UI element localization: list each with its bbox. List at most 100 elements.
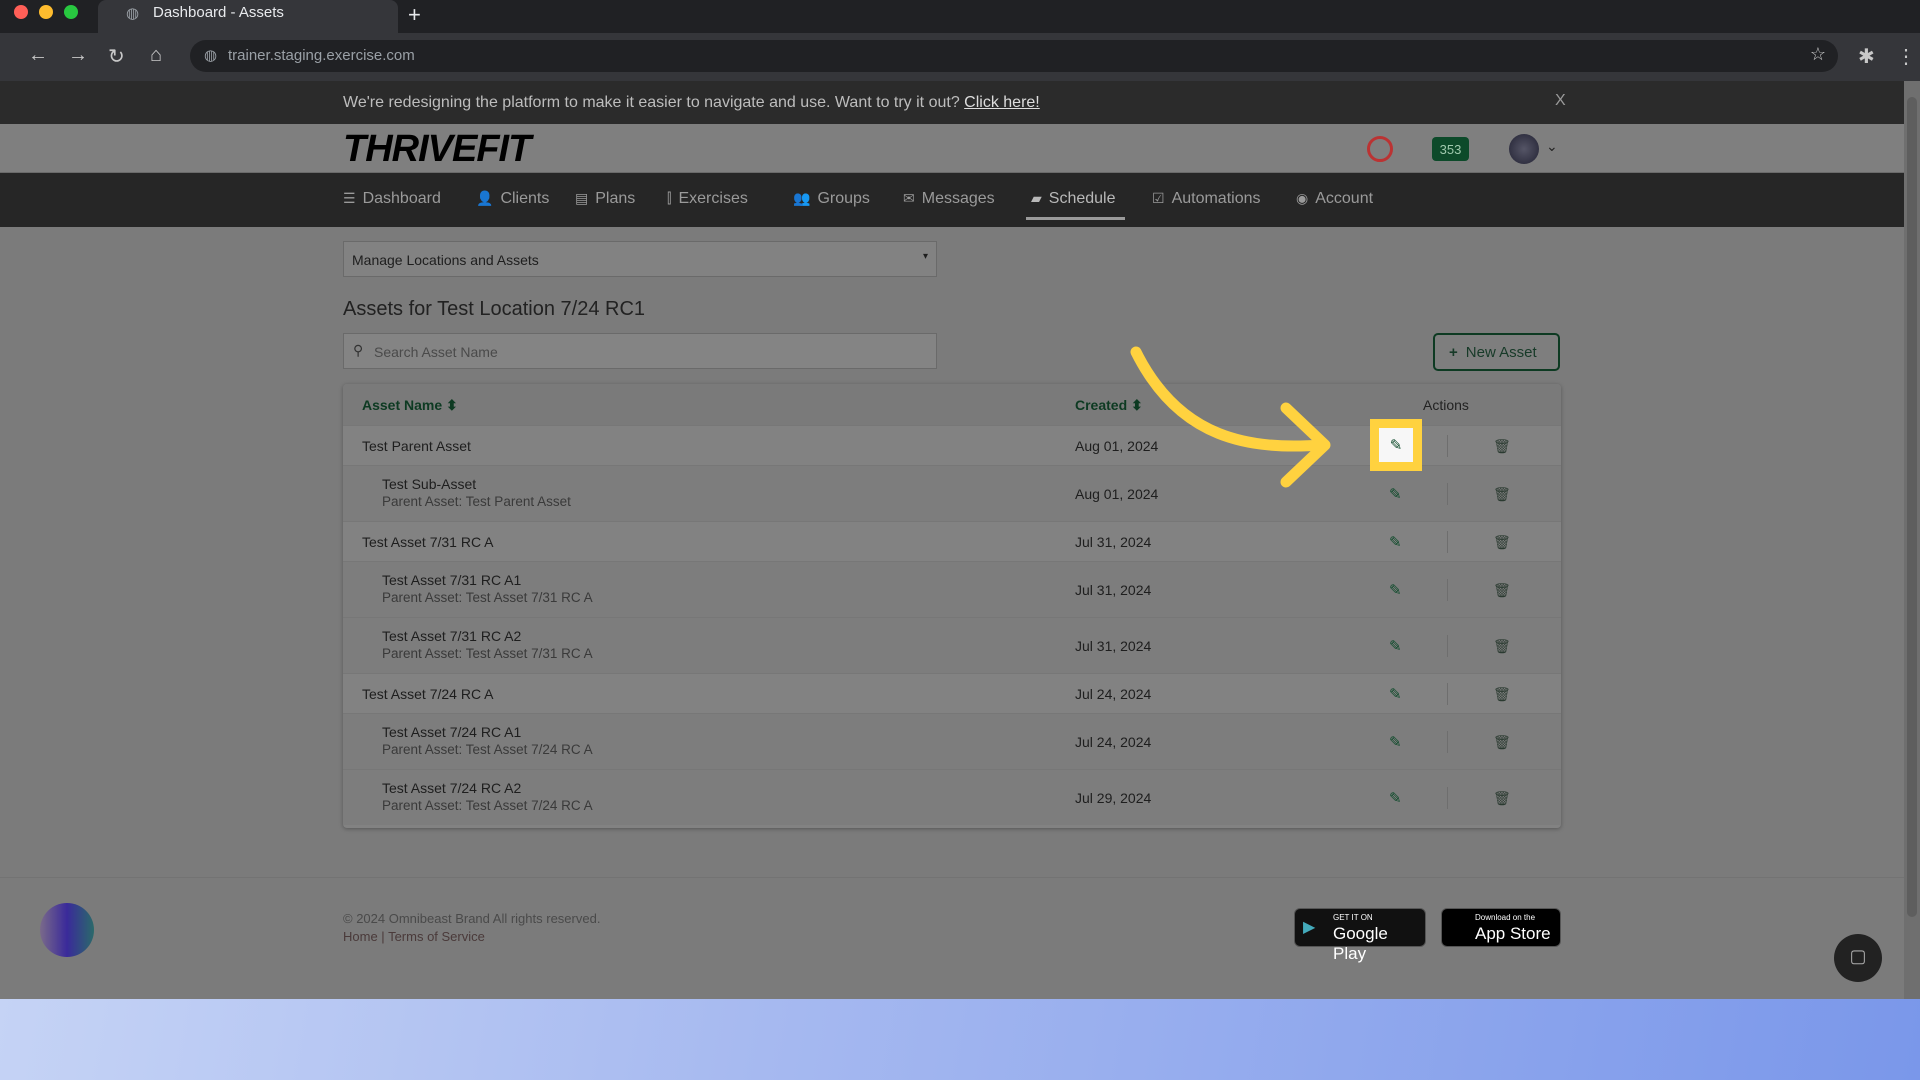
chat-button[interactable]: ▢	[1834, 934, 1882, 982]
delete-button[interactable]: 🗑	[1493, 534, 1511, 551]
pencil-icon: ✎	[1389, 638, 1402, 655]
edit-button[interactable]: ✎	[1379, 428, 1413, 462]
action-divider	[1447, 683, 1448, 705]
close-window-button[interactable]	[14, 5, 28, 19]
delete-button[interactable]: 🗑	[1493, 486, 1511, 503]
edit-button[interactable]: ✎	[1389, 789, 1402, 807]
table-row: Test Asset 7/24 RC A2 Parent Asset: Test …	[343, 769, 1561, 825]
new-tab-button[interactable]: +	[408, 2, 421, 28]
url-text: trainer.staging.exercise.com	[228, 47, 415, 64]
app-header: THRIVEFIT 353 ⌄	[0, 124, 1904, 173]
edit-button[interactable]: ✎	[1389, 581, 1402, 599]
asset-name: Test Asset 7/31 RC A	[362, 534, 494, 550]
clock-icon[interactable]	[1367, 136, 1393, 162]
url-input[interactable]: ◍ trainer.staging.exercise.com ☆	[190, 40, 1838, 72]
trash-icon: 🗑	[1493, 438, 1511, 454]
banner-link[interactable]: Click here!	[964, 94, 1040, 111]
new-asset-label: New Asset	[1465, 344, 1537, 361]
thrivefit-logo[interactable]: THRIVEFIT	[343, 128, 531, 171]
badge-small-text: GET IT ON	[1333, 913, 1373, 922]
nav-groups[interactable]: 👥 Groups	[793, 190, 870, 208]
delete-button[interactable]: 🗑	[1493, 790, 1511, 807]
table-row: Test Asset 7/31 RC A2 Parent Asset: Test …	[343, 617, 1561, 673]
back-icon[interactable]: ←	[28, 44, 48, 67]
nav-messages[interactable]: ✉ Messages	[903, 190, 995, 208]
action-divider	[1447, 731, 1448, 753]
table-row: Test Asset 7/24 RC A Jul 24, 2024 ✎ 🗑	[343, 673, 1561, 713]
app-store-badge[interactable]: Download on the App Store	[1441, 908, 1561, 947]
extensions-icon[interactable]: ✱	[1858, 44, 1875, 69]
avatar[interactable]	[1509, 134, 1539, 164]
delete-button[interactable]: 🗑	[1493, 582, 1511, 599]
delete-button[interactable]: 🗑	[1493, 734, 1511, 751]
clipboard-icon: ▤	[575, 190, 589, 206]
parent-asset: Parent Asset: Test Asset 7/31 RC A	[382, 590, 593, 605]
nav-automations[interactable]: ☑ Automations	[1152, 190, 1261, 208]
pencil-icon: ✎	[1389, 790, 1402, 807]
scrollbar-thumb[interactable]	[1907, 97, 1917, 917]
action-divider	[1447, 579, 1448, 601]
main-nav: ☰ Dashboard 👤 Clients ▤ Plans ⫿ Exercises 👥 G…	[0, 173, 1904, 227]
asset-name: Test Parent Asset	[362, 438, 471, 454]
banner-close-button[interactable]: X	[1555, 92, 1566, 110]
reload-icon[interactable]: ↻	[108, 44, 125, 69]
chevron-down-icon[interactable]: ⌄	[1546, 138, 1558, 155]
edit-button[interactable]: ✎	[1389, 733, 1402, 751]
nav-clients[interactable]: 👤 Clients	[476, 190, 549, 208]
nav-label: Automations	[1171, 190, 1261, 207]
new-asset-button[interactable]: + New Asset	[1433, 333, 1560, 371]
delete-button[interactable]: 🗑	[1493, 686, 1511, 703]
browser-menu-icon[interactable]: ⋮	[1896, 44, 1916, 69]
trash-icon: 🗑	[1493, 534, 1511, 550]
manage-select[interactable]: Manage Locations and Assets ▾	[343, 241, 937, 277]
parent-asset: Parent Asset: Test Parent Asset	[382, 494, 571, 509]
nav-label: Schedule	[1048, 190, 1116, 207]
nav-plans[interactable]: ▤ Plans	[575, 190, 635, 208]
created-date: Jul 31, 2024	[1075, 638, 1152, 654]
page-scrollbar[interactable]	[1904, 81, 1920, 999]
nav-schedule[interactable]: ▰ Schedule	[1031, 190, 1116, 208]
edit-button[interactable]: ✎	[1389, 637, 1402, 655]
nav-label: Clients	[500, 190, 550, 207]
nav-dashboard[interactable]: ☰ Dashboard	[343, 190, 441, 208]
edit-button[interactable]: ✎	[1389, 685, 1402, 703]
banner-text: We're redesigning the platform to make i…	[343, 94, 960, 111]
search-input[interactable]: ⚲ Search Asset Name	[343, 333, 937, 369]
parent-asset: Parent Asset: Test Asset 7/31 RC A	[382, 646, 593, 661]
select-value: Manage Locations and Assets	[352, 252, 539, 268]
book-icon: ▰	[1031, 190, 1042, 206]
home-icon[interactable]: ⌂	[150, 44, 162, 67]
forward-icon[interactable]: →	[68, 44, 88, 67]
minimize-window-button[interactable]	[39, 5, 53, 19]
edit-button[interactable]: ✎	[1389, 485, 1402, 503]
copyright-text: © 2024 Omnibeast Brand All rights reserv…	[343, 911, 601, 926]
nav-account[interactable]: ◉ Account	[1296, 190, 1373, 208]
delete-button[interactable]: 🗑	[1493, 638, 1511, 655]
parent-asset: Parent Asset: Test Asset 7/24 RC A	[382, 798, 593, 813]
nav-label: Groups	[817, 190, 870, 207]
google-play-badge[interactable]: ▶ GET IT ON Google Play	[1294, 908, 1426, 963]
omnibeast-logo[interactable]	[40, 903, 94, 957]
action-divider	[1447, 483, 1448, 505]
delete-button[interactable]: 🗑	[1493, 438, 1511, 455]
footer-terms-link[interactable]: Terms of Service	[388, 929, 485, 944]
user-icon: 👤	[476, 190, 494, 206]
asset-name: Test Asset 7/31 RC A2	[382, 628, 522, 644]
maximize-window-button[interactable]	[64, 5, 78, 19]
dumbbell-icon: ⫿	[667, 190, 672, 206]
edit-button[interactable]: ✎	[1389, 533, 1402, 551]
footer-home-link[interactable]: Home	[343, 929, 378, 944]
action-divider	[1447, 787, 1448, 809]
nav-exercises[interactable]: ⫿ Exercises	[667, 190, 748, 208]
pencil-icon: ✎	[1389, 582, 1402, 599]
footer: © 2024 Omnibeast Brand All rights reserv…	[0, 877, 1904, 999]
page-title: Assets for Test Location 7/24 RC1	[343, 298, 646, 320]
sort-asset-name[interactable]: Asset Name ⬍	[362, 397, 458, 414]
bookmark-star-icon[interactable]: ☆	[1810, 44, 1826, 65]
trash-icon: 🗑	[1493, 790, 1511, 806]
browser-tab[interactable]: ◍ Dashboard - Assets	[98, 0, 398, 33]
action-divider	[1447, 635, 1448, 657]
asset-name: Test Asset 7/31 RC A1	[382, 572, 522, 588]
envelope-icon: ✉	[903, 190, 915, 206]
notification-badge[interactable]: 353	[1432, 137, 1469, 161]
